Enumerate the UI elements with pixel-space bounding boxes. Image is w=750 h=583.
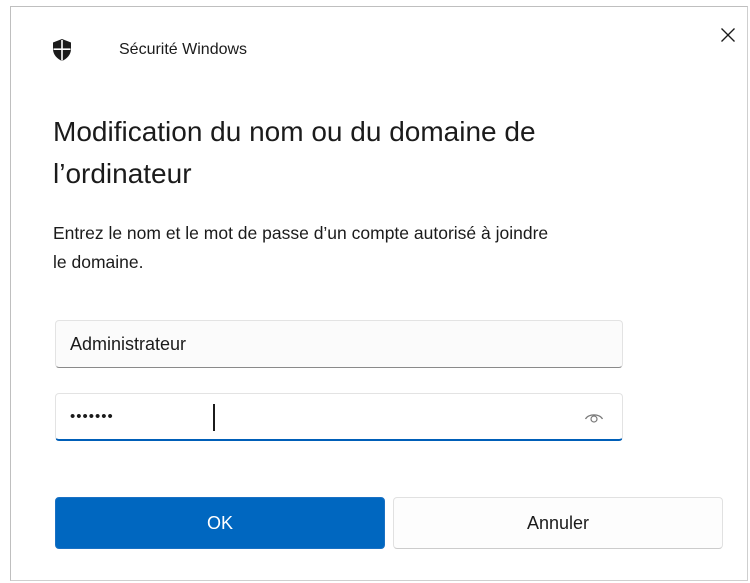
heading-line-2: l’ordinateur	[53, 158, 192, 189]
text-caret	[213, 404, 215, 431]
heading-line-1: Modification du nom ou du domaine de	[53, 116, 536, 147]
dialog-description: Entrez le nom et le mot de passe d’un co…	[53, 219, 713, 277]
username-field[interactable]	[56, 321, 622, 367]
close-button[interactable]	[711, 19, 745, 53]
ok-button[interactable]: OK	[55, 497, 385, 549]
shield-icon	[51, 38, 73, 62]
description-line-2: le domaine.	[53, 252, 144, 272]
dialog-heading: Modification du nom ou du domaine de l’o…	[53, 111, 693, 195]
credential-dialog: Sécurité Windows Modification du nom ou …	[10, 6, 748, 581]
app-title: Sécurité Windows	[119, 41, 248, 58]
password-masked-value: •••••••	[70, 408, 114, 425]
close-icon	[721, 28, 735, 42]
password-field[interactable]: •••••••	[55, 393, 623, 441]
cancel-button[interactable]: Annuler	[393, 497, 723, 549]
eye-icon[interactable]	[584, 408, 604, 426]
title-bar: Sécurité Windows	[11, 7, 747, 87]
username-field-container	[55, 320, 623, 368]
description-line-1: Entrez le nom et le mot de passe d’un co…	[53, 223, 549, 243]
